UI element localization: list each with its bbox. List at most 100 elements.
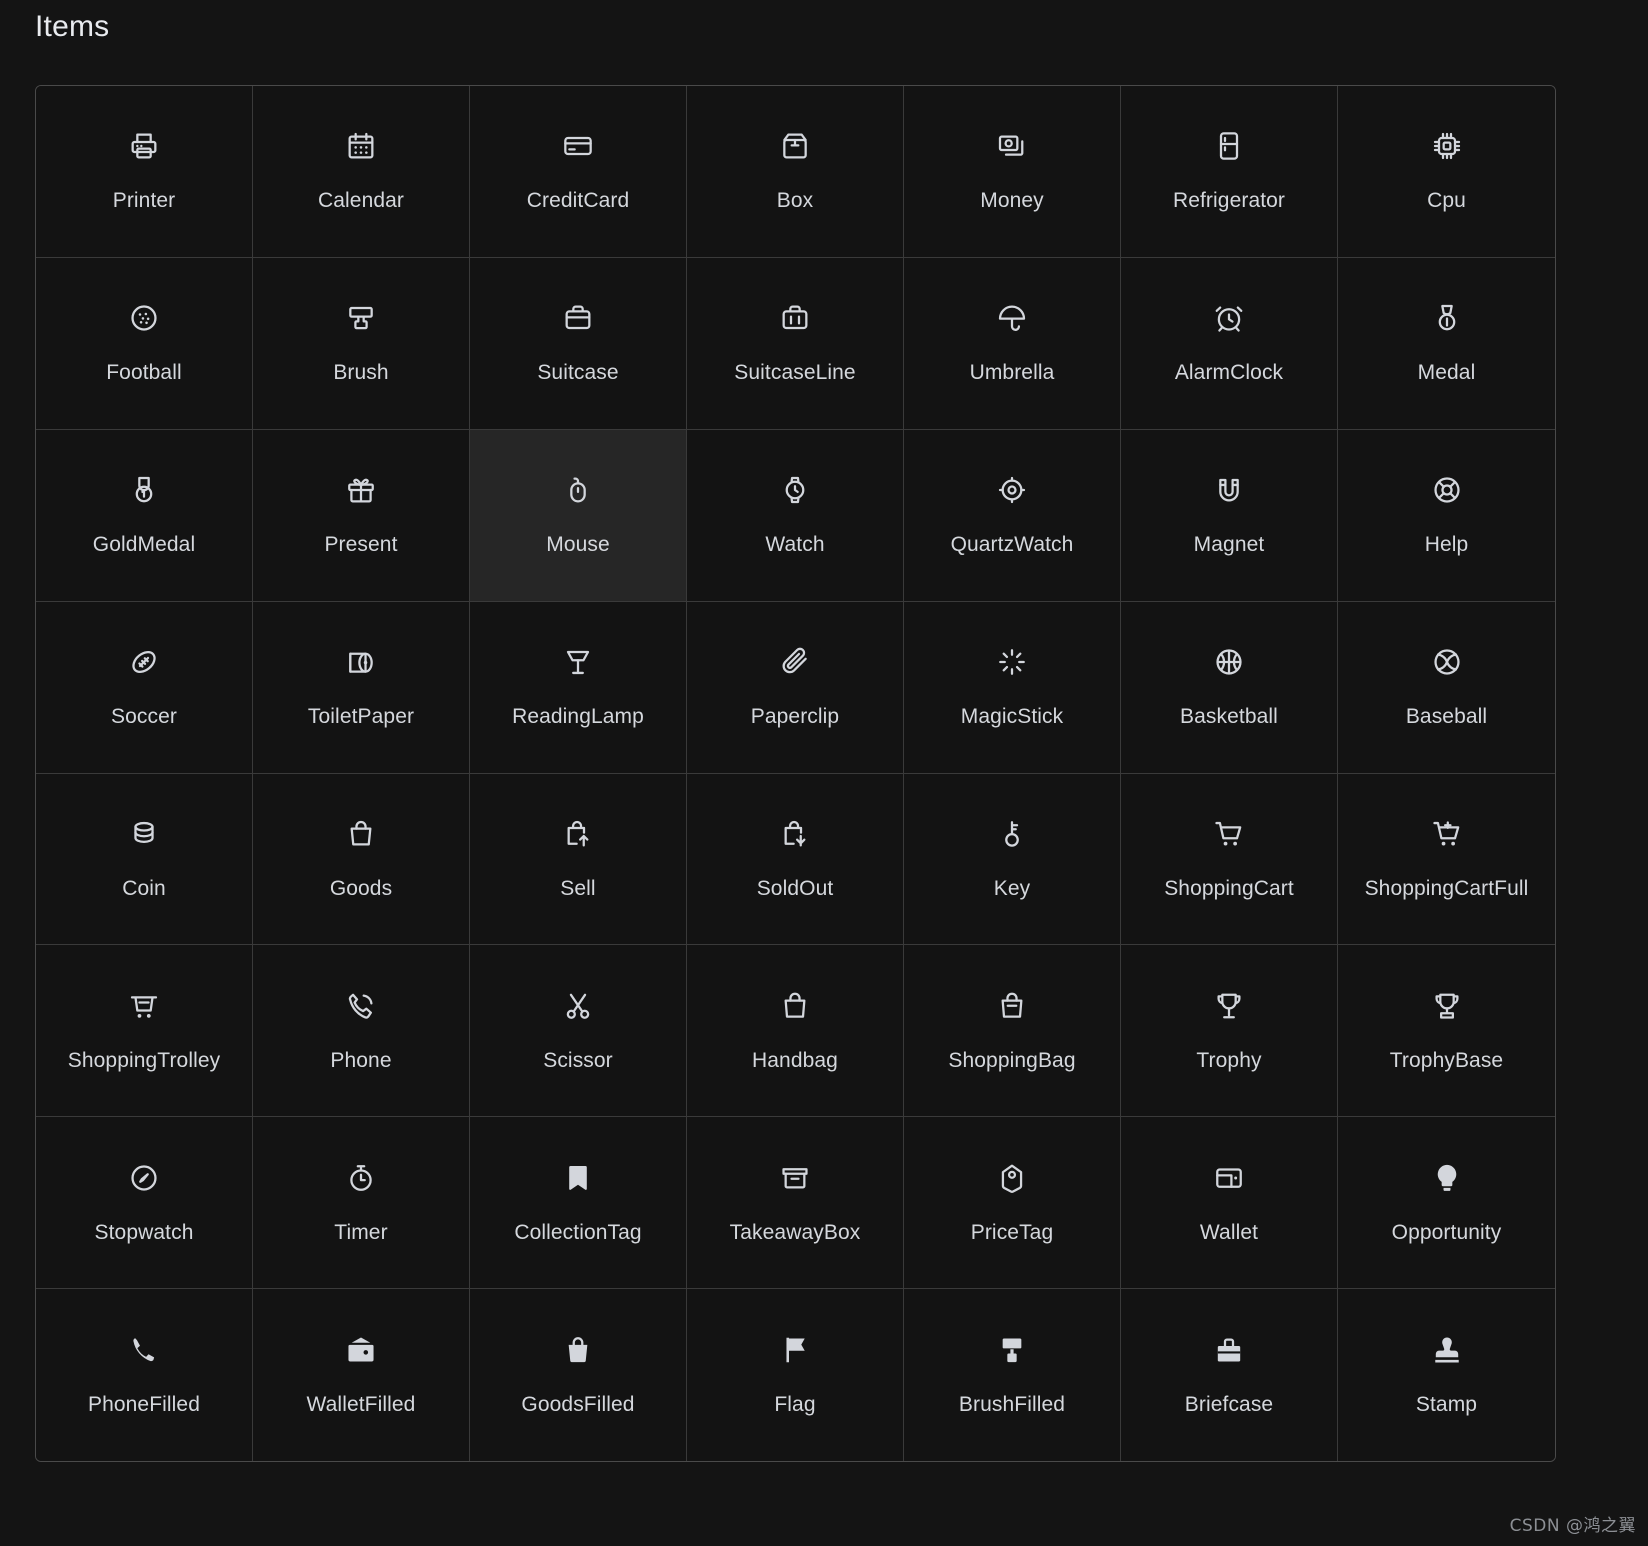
icon-label: Wallet <box>1199 1220 1259 1244</box>
medal-icon <box>1430 301 1464 335</box>
icon-label: PhoneFilled <box>87 1393 200 1417</box>
watch-icon <box>778 473 812 507</box>
icon-cell-stamp[interactable]: Stamp <box>1338 1289 1555 1461</box>
icon-label: Cpu <box>1427 189 1466 213</box>
icon-cell-soccer[interactable]: Soccer <box>36 601 253 774</box>
baseball-icon <box>1430 645 1464 679</box>
price-tag-icon <box>995 1161 1029 1195</box>
icon-cell-baseball[interactable]: Baseball <box>1338 601 1555 774</box>
icon-cell-suitcase[interactable]: Suitcase <box>470 257 687 430</box>
icon-cell-brushfilled[interactable]: BrushFilled <box>904 1289 1121 1461</box>
icon-cell-timer[interactable]: Timer <box>253 1117 470 1290</box>
icon-cell-alarmclock[interactable]: AlarmClock <box>1121 257 1338 430</box>
icon-label: SoldOut <box>756 876 834 900</box>
briefcase-icon <box>1212 1333 1246 1367</box>
icon-cell-basketball[interactable]: Basketball <box>1121 601 1338 774</box>
icon-cell-money[interactable]: Money <box>904 86 1121 258</box>
help-icon <box>1430 473 1464 507</box>
icon-cell-shoppingtrolley[interactable]: ShoppingTrolley <box>36 945 253 1118</box>
icon-cell-quartzwatch[interactable]: QuartzWatch <box>904 429 1121 602</box>
icon-cell-box[interactable]: Box <box>687 86 904 258</box>
icon-cell-wallet[interactable]: Wallet <box>1121 1117 1338 1290</box>
icon-label: Refrigerator <box>1172 189 1286 213</box>
icon-cell-key[interactable]: Key <box>904 773 1121 946</box>
icon-cell-printer[interactable]: Printer <box>36 86 253 258</box>
icon-cell-football[interactable]: Football <box>36 257 253 430</box>
icon-cell-suitcaseline[interactable]: SuitcaseLine <box>687 257 904 430</box>
icon-cell-trophybase[interactable]: TrophyBase <box>1338 945 1555 1118</box>
icon-label: CreditCard <box>526 189 630 213</box>
icon-cell-phone[interactable]: Phone <box>253 945 470 1118</box>
reading-lamp-icon <box>561 645 595 679</box>
icon-label: MagicStick <box>960 705 1064 729</box>
icon-label: Goods <box>329 876 393 900</box>
icon-label: Present <box>324 533 398 557</box>
icon-cell-sell[interactable]: Sell <box>470 773 687 946</box>
icon-cell-flag[interactable]: Flag <box>687 1289 904 1461</box>
icon-cell-handbag[interactable]: Handbag <box>687 945 904 1118</box>
icon-label: TakeawayBox <box>729 1220 861 1244</box>
refrigerator-icon <box>1212 129 1246 163</box>
icon-cell-watch[interactable]: Watch <box>687 429 904 602</box>
icon-cell-calendar[interactable]: Calendar <box>253 86 470 258</box>
icon-grid: Printer Calendar CreditCard Box Money Refrige… <box>35 85 1556 1462</box>
icon-label: Timer <box>334 1220 388 1244</box>
icon-cell-present[interactable]: Present <box>253 429 470 602</box>
icon-label: Stamp <box>1415 1393 1478 1417</box>
icon-label: Scissor <box>543 1048 613 1072</box>
icon-cell-shoppingcartfull[interactable]: ShoppingCartFull <box>1338 773 1555 946</box>
icon-cell-goods[interactable]: Goods <box>253 773 470 946</box>
icon-cell-paperclip[interactable]: Paperclip <box>687 601 904 774</box>
icon-cell-help[interactable]: Help <box>1338 429 1555 602</box>
stopwatch-icon <box>127 1161 161 1195</box>
magic-stick-icon <box>995 645 1029 679</box>
icon-cell-umbrella[interactable]: Umbrella <box>904 257 1121 430</box>
sold-out-icon <box>778 817 812 851</box>
icon-cell-stopwatch[interactable]: Stopwatch <box>36 1117 253 1290</box>
icon-label: Stopwatch <box>94 1220 194 1244</box>
icon-cell-refrigerator[interactable]: Refrigerator <box>1121 86 1338 258</box>
icon-cell-shoppingcart[interactable]: ShoppingCart <box>1121 773 1338 946</box>
icon-cell-briefcase[interactable]: Briefcase <box>1121 1289 1338 1461</box>
icon-cell-walletfilled[interactable]: WalletFilled <box>253 1289 470 1461</box>
icon-cell-soldout[interactable]: SoldOut <box>687 773 904 946</box>
icon-label: BrushFilled <box>958 1393 1066 1417</box>
icon-label: Basketball <box>1180 705 1278 729</box>
icon-cell-toiletpaper[interactable]: ToiletPaper <box>253 601 470 774</box>
icon-label: Magnet <box>1193 533 1265 557</box>
flag-icon <box>778 1333 812 1367</box>
icon-cell-collectiontag[interactable]: CollectionTag <box>470 1117 687 1290</box>
paperclip-icon <box>778 645 812 679</box>
icon-cell-magnet[interactable]: Magnet <box>1121 429 1338 602</box>
calendar-icon <box>344 129 378 163</box>
icon-label: Medal <box>1417 361 1476 385</box>
trophy-base-icon <box>1430 989 1464 1023</box>
icon-cell-creditcard[interactable]: CreditCard <box>470 86 687 258</box>
icon-cell-pricetag[interactable]: PriceTag <box>904 1117 1121 1290</box>
icon-cell-shoppingbag[interactable]: ShoppingBag <box>904 945 1121 1118</box>
icon-cell-coin[interactable]: Coin <box>36 773 253 946</box>
icon-cell-medal[interactable]: Medal <box>1338 257 1555 430</box>
icon-cell-trophy[interactable]: Trophy <box>1121 945 1338 1118</box>
icon-cell-opportunity[interactable]: Opportunity <box>1338 1117 1555 1290</box>
icon-cell-phonefilled[interactable]: PhoneFilled <box>36 1289 253 1461</box>
icon-label: Mouse <box>546 533 610 557</box>
icon-cell-scissor[interactable]: Scissor <box>470 945 687 1118</box>
toilet-paper-icon <box>344 645 378 679</box>
icon-cell-mouse[interactable]: Mouse <box>470 429 687 602</box>
money-icon <box>995 129 1029 163</box>
icon-cell-cpu[interactable]: Cpu <box>1338 86 1555 258</box>
icon-cell-magicstick[interactable]: MagicStick <box>904 601 1121 774</box>
stamp-icon <box>1430 1333 1464 1367</box>
goods-icon <box>344 817 378 851</box>
alarm-clock-icon <box>1212 301 1246 335</box>
icon-cell-brush[interactable]: Brush <box>253 257 470 430</box>
icon-label: ShoppingTrolley <box>67 1048 221 1072</box>
icon-cell-goodsfilled[interactable]: GoodsFilled <box>470 1289 687 1461</box>
icon-cell-readinglamp[interactable]: ReadingLamp <box>470 601 687 774</box>
icon-cell-takeawaybox[interactable]: TakeawayBox <box>687 1117 904 1290</box>
icon-cell-goldmedal[interactable]: GoldMedal <box>36 429 253 602</box>
icon-label: Umbrella <box>969 361 1055 385</box>
present-icon <box>344 473 378 507</box>
brush-icon <box>344 301 378 335</box>
